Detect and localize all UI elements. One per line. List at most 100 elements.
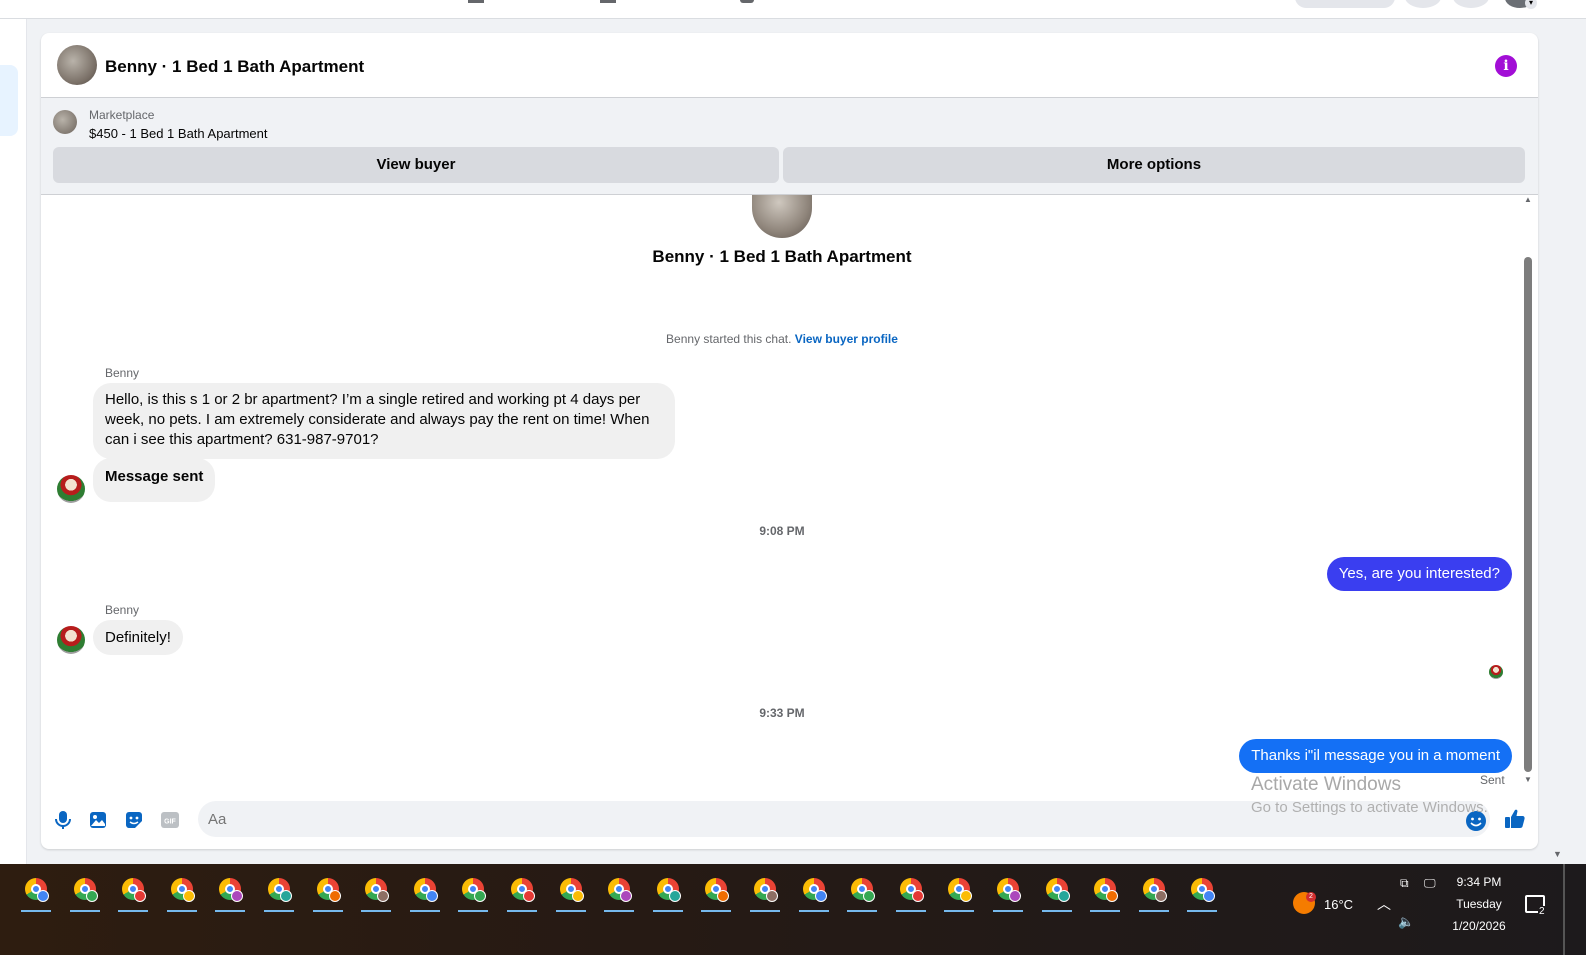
message-timestamp: 9:33 PM: [759, 706, 805, 720]
listing-title[interactable]: $450 - 1 Bed 1 Bath Apartment: [89, 126, 268, 141]
profile-badge-icon: [85, 890, 98, 902]
show-hidden-icons-caret-icon[interactable]: ︿: [1377, 894, 1391, 914]
clock-day[interactable]: Tuesday: [1440, 897, 1518, 911]
profile-badge-icon: [134, 890, 147, 902]
profile-badge-icon: [37, 890, 49, 902]
microphone-icon[interactable]: [51, 808, 75, 832]
running-indicator: [215, 910, 246, 912]
running-indicator: [895, 910, 926, 912]
message-sender: Benny: [105, 603, 140, 617]
taskbar-chrome-app[interactable]: [798, 873, 829, 912]
running-indicator: [847, 910, 878, 912]
running-indicator: [166, 910, 197, 912]
taskbar-chrome-app[interactable]: [361, 873, 392, 912]
profile-badge-icon: [717, 890, 730, 902]
taskbar-chrome-app[interactable]: [1041, 873, 1072, 912]
meet-now-icon[interactable]: ⧉: [1400, 876, 1409, 891]
scroll-thumb[interactable]: [1524, 257, 1532, 772]
thread-avatar: [752, 195, 812, 238]
taskbar-chrome-app[interactable]: [1187, 873, 1218, 912]
left-sidebar: [0, 19, 27, 864]
running-indicator: [993, 910, 1023, 912]
running-indicator: [458, 910, 489, 912]
create-button[interactable]: [1295, 0, 1395, 8]
taskbar-chrome-app[interactable]: [118, 873, 149, 912]
show-desktop-edge[interactable]: [1563, 864, 1565, 955]
taskbar-chrome-app[interactable]: [166, 873, 197, 912]
profile-badge-icon: [1009, 890, 1021, 902]
temperature[interactable]: 16°C: [1324, 897, 1353, 912]
network-icon[interactable]: 🖵: [1424, 876, 1436, 891]
conversation-avatar[interactable]: [57, 45, 97, 85]
volume-icon[interactable]: 🔈: [1398, 914, 1414, 930]
view-buyer-profile-link[interactable]: View buyer profile: [795, 332, 898, 346]
taskbar-chrome-app[interactable]: [215, 873, 246, 912]
scroll-up-arrow-icon[interactable]: ▲: [1522, 195, 1534, 205]
photo-icon[interactable]: [86, 808, 110, 832]
taskbar-chrome-app[interactable]: [652, 873, 683, 912]
taskbar-chrome-app[interactable]: [21, 873, 51, 912]
incoming-message[interactable]: Definitely!: [93, 620, 183, 655]
sidebar-selected-item[interactable]: [0, 65, 18, 136]
profile-badge-icon: [1203, 890, 1216, 902]
taskbar-chrome-app[interactable]: [701, 873, 732, 912]
outgoing-message[interactable]: Thanks i"il message you in a moment: [1239, 739, 1512, 773]
nav-tab-marketplace-indicator[interactable]: [468, 0, 484, 3]
taskbar-chrome-app[interactable]: [993, 873, 1023, 912]
thread-title: Benny · 1 Bed 1 Bath Apartment: [652, 247, 912, 266]
taskbar-chrome-app[interactable]: [847, 873, 878, 912]
outgoing-message[interactable]: Yes, are you interested?: [1326, 557, 1512, 591]
chevron-down-icon: ▾: [1525, 0, 1537, 9]
sticker-icon[interactable]: [122, 808, 146, 832]
taskbar-chrome-app[interactable]: [555, 873, 586, 912]
profile-badge-icon: [1106, 890, 1119, 902]
nav-tab-gaming-indicator[interactable]: [740, 0, 754, 3]
profile-badge-icon: [182, 890, 195, 902]
gif-icon[interactable]: GIF: [158, 808, 182, 832]
info-icon[interactable]: i: [1495, 55, 1517, 77]
listing-thumbnail[interactable]: [53, 110, 77, 134]
clock-time[interactable]: 9:34 PM: [1440, 875, 1518, 889]
incoming-message[interactable]: Message sent: [93, 458, 216, 502]
taskbar-chrome-app[interactable]: [1138, 873, 1169, 912]
taskbar-chrome-app[interactable]: [507, 873, 537, 912]
profile-badge-icon: [620, 890, 633, 902]
taskbar-chrome-app[interactable]: [409, 873, 440, 912]
thumbs-up-icon[interactable]: [1503, 807, 1527, 831]
taskbar-chrome-app[interactable]: [750, 873, 780, 912]
profile-badge-icon: [766, 890, 778, 902]
profile-badge-icon: [814, 890, 827, 902]
activate-windows-subtitle: Go to Settings to activate Windows.: [1251, 799, 1488, 816]
profile-badge-icon: [960, 890, 973, 902]
taskbar-chrome-app[interactable]: [1090, 873, 1121, 912]
page-scroll-down-arrow-icon[interactable]: ▼: [1553, 849, 1562, 859]
profile-badge-icon: [1057, 890, 1070, 902]
thread-scrollbar[interactable]: ▲ ▼: [1522, 195, 1534, 785]
sender-avatar[interactable]: [57, 626, 85, 654]
profile-badge-icon: [425, 890, 438, 902]
running-indicator: [944, 910, 975, 912]
sender-avatar[interactable]: [57, 475, 85, 503]
clock-date[interactable]: 1/20/2026: [1440, 919, 1518, 933]
taskbar-chrome-app[interactable]: [264, 873, 294, 912]
incoming-message[interactable]: Hello, is this s 1 or 2 br apartment? I’…: [93, 383, 675, 459]
more-options-button[interactable]: More options: [783, 147, 1525, 183]
account-avatar[interactable]: ▾: [1505, 0, 1537, 9]
taskbar-chrome-app[interactable]: [944, 873, 975, 912]
profile-badge-icon: [377, 890, 390, 902]
taskbar-chrome-app[interactable]: [458, 873, 489, 912]
view-buyer-button[interactable]: View buyer: [53, 147, 779, 183]
taskbar-chrome-app[interactable]: [312, 873, 343, 912]
scroll-down-arrow-icon[interactable]: ▼: [1522, 775, 1534, 785]
running-indicator: [750, 910, 780, 912]
taskbar-chrome-app[interactable]: [895, 873, 926, 912]
taskbar-chrome-app[interactable]: [69, 873, 100, 912]
notifications-button[interactable]: [1453, 0, 1489, 8]
menu-button[interactable]: [1405, 0, 1441, 8]
profile-badge-icon: [231, 890, 244, 902]
conversation-title[interactable]: Benny · 1 Bed 1 Bath Apartment: [105, 57, 364, 77]
profile-badge-icon: [523, 890, 535, 902]
running-indicator: [69, 910, 100, 912]
taskbar-chrome-app[interactable]: [604, 873, 635, 912]
nav-tab-groups-indicator[interactable]: [600, 0, 616, 3]
